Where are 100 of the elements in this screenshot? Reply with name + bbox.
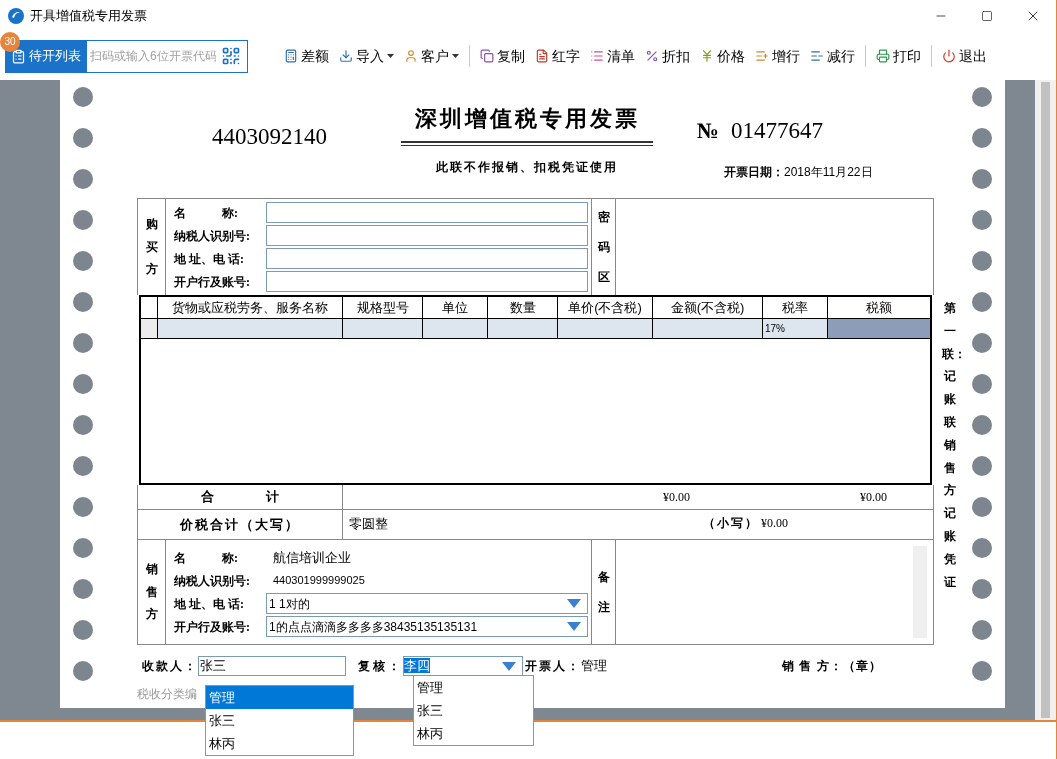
payee-field[interactable]: 张三 <box>198 656 346 676</box>
punch-hole <box>972 579 992 599</box>
invoice-title: 深圳增值税专用发票 <box>414 104 640 133</box>
seller-select-field[interactable]: 1 1对的 <box>266 593 588 614</box>
remarks-label: 备注 <box>596 569 611 616</box>
dropdown-arrow-icon[interactable] <box>502 661 516 671</box>
field-label: 地 址、电 话: <box>174 250 245 268</box>
column-header: 税率 <box>763 297 828 318</box>
punch-hole <box>73 169 93 189</box>
cipher-area-label: 密码区 <box>596 209 611 286</box>
invoice-subtitle: 此联不作报销、扣税凭证使用 <box>436 159 618 176</box>
buyer-field[interactable] <box>266 225 588 246</box>
punch-hole <box>73 415 93 435</box>
dropdown-option[interactable]: 张三 <box>206 709 353 732</box>
punch-hole <box>73 620 93 640</box>
tax-code-label: 税收分类编 <box>137 686 197 703</box>
punch-hole <box>972 128 992 148</box>
buyer-field[interactable] <box>266 248 588 269</box>
toolbar-button[interactable]: 折扣 <box>641 42 694 70</box>
table-cell[interactable] <box>423 319 488 338</box>
field-label: 纳税人识别号: <box>174 227 251 245</box>
toolbar-button[interactable]: 客户 <box>400 42 463 70</box>
total-label: 合 计 <box>201 488 279 507</box>
column-header: 金额(不含税) <box>653 297 763 318</box>
toolbar-button[interactable]: 价格 <box>696 42 749 70</box>
table-cell[interactable] <box>653 319 763 338</box>
total-amount: ¥0.00 <box>663 489 690 506</box>
toolbar-button[interactable]: 减行 <box>806 42 859 70</box>
punch-hole <box>972 333 992 353</box>
punch-hole <box>972 497 992 517</box>
total-tax: ¥0.00 <box>860 489 887 506</box>
toolbar-button[interactable]: 打印 <box>872 42 925 70</box>
table-cell[interactable] <box>558 319 653 338</box>
column-header: 规格型号 <box>343 297 423 318</box>
scan-code-field[interactable]: 扫码或输入6位开票代码 <box>87 39 248 73</box>
field-label: 纳税人识别号: <box>174 572 251 590</box>
toolbar-button[interactable]: 红字 <box>531 42 584 70</box>
dropdown-option[interactable]: 管理 <box>414 676 533 699</box>
dropdown-option[interactable]: 林丙 <box>414 722 533 745</box>
scan-code-input[interactable]: 扫码或输入6位开票代码 <box>87 40 219 72</box>
download-icon <box>339 49 353 63</box>
toolbar-button[interactable]: 清单 <box>586 42 639 70</box>
dropdown-option[interactable]: 管理 <box>206 686 353 709</box>
punch-hole <box>73 497 93 517</box>
toolbar-button[interactable]: 复制 <box>476 42 529 70</box>
qr-code-icon[interactable] <box>221 46 241 66</box>
seller-value: 440301999999025 <box>272 573 365 589</box>
power-icon <box>942 49 956 63</box>
column-header: 货物或应税劳务、服务名称 <box>158 297 343 318</box>
seller-select-field[interactable]: 1的点点滴滴多多多多38435135135131 <box>266 616 588 637</box>
column-header: 税额 <box>865 298 893 317</box>
punch-hole <box>972 661 992 681</box>
payee-label: 收款人： <box>142 658 198 675</box>
toolbar-button[interactable]: 导入 <box>335 42 398 70</box>
dropdown-option[interactable]: 林丙 <box>206 732 353 755</box>
punch-hole <box>972 87 992 107</box>
grand-total-label: 价税合计（大写） <box>180 515 300 534</box>
app-logo-icon <box>8 8 24 24</box>
toolbar-button[interactable]: 增行 <box>751 42 804 70</box>
column-header: 单位 <box>423 297 488 318</box>
dropdown-arrow-icon[interactable] <box>567 599 581 608</box>
invoice-number: 01477647 <box>731 117 824 145</box>
document-icon <box>535 49 549 63</box>
issuer-label: 开票人： <box>525 658 581 675</box>
toolbar-button[interactable]: 差额 <box>280 42 333 70</box>
punch-hole <box>73 538 93 558</box>
punch-hole <box>972 292 992 312</box>
column-header: 单价(不含税) <box>558 297 653 318</box>
invoice-code: 4403092140 <box>212 124 327 149</box>
buyer-field[interactable] <box>266 202 588 223</box>
dropdown-option[interactable]: 张三 <box>414 699 533 722</box>
punch-hole <box>972 210 992 230</box>
scrollbar[interactable] <box>1035 80 1056 720</box>
column-header: 数量 <box>488 297 558 318</box>
punch-hole <box>73 292 93 312</box>
invoice-date: 2018年11月22日 <box>784 163 873 181</box>
punch-hole <box>73 579 93 599</box>
punch-hole <box>972 415 992 435</box>
table-cell[interactable]: 17% <box>763 319 828 338</box>
table-cell[interactable] <box>828 319 930 338</box>
count-badge: 30 <box>0 31 20 52</box>
punch-hole <box>73 87 93 107</box>
table-cell[interactable] <box>158 319 343 338</box>
punch-hole <box>972 169 992 189</box>
toolbar-button[interactable]: 退出 <box>938 42 991 70</box>
punch-hole <box>972 456 992 476</box>
row-header[interactable] <box>141 319 158 338</box>
issuer-name: 管理 <box>581 657 607 676</box>
clipboard-icon[interactable] <box>11 48 26 64</box>
remove-row-icon <box>810 49 824 63</box>
punch-hole <box>972 374 992 394</box>
maximize-icon[interactable] <box>981 10 993 22</box>
amount-in-words: 零圆整 <box>349 515 388 533</box>
seller-section-label: 销售方 <box>144 560 159 624</box>
field-label: 地 址、电 话: <box>174 595 245 613</box>
table-cell[interactable] <box>488 319 558 338</box>
calculator-icon <box>284 49 298 63</box>
buyer-field[interactable] <box>266 271 588 292</box>
dropdown-arrow-icon[interactable] <box>567 622 581 631</box>
table-cell[interactable] <box>343 319 423 338</box>
